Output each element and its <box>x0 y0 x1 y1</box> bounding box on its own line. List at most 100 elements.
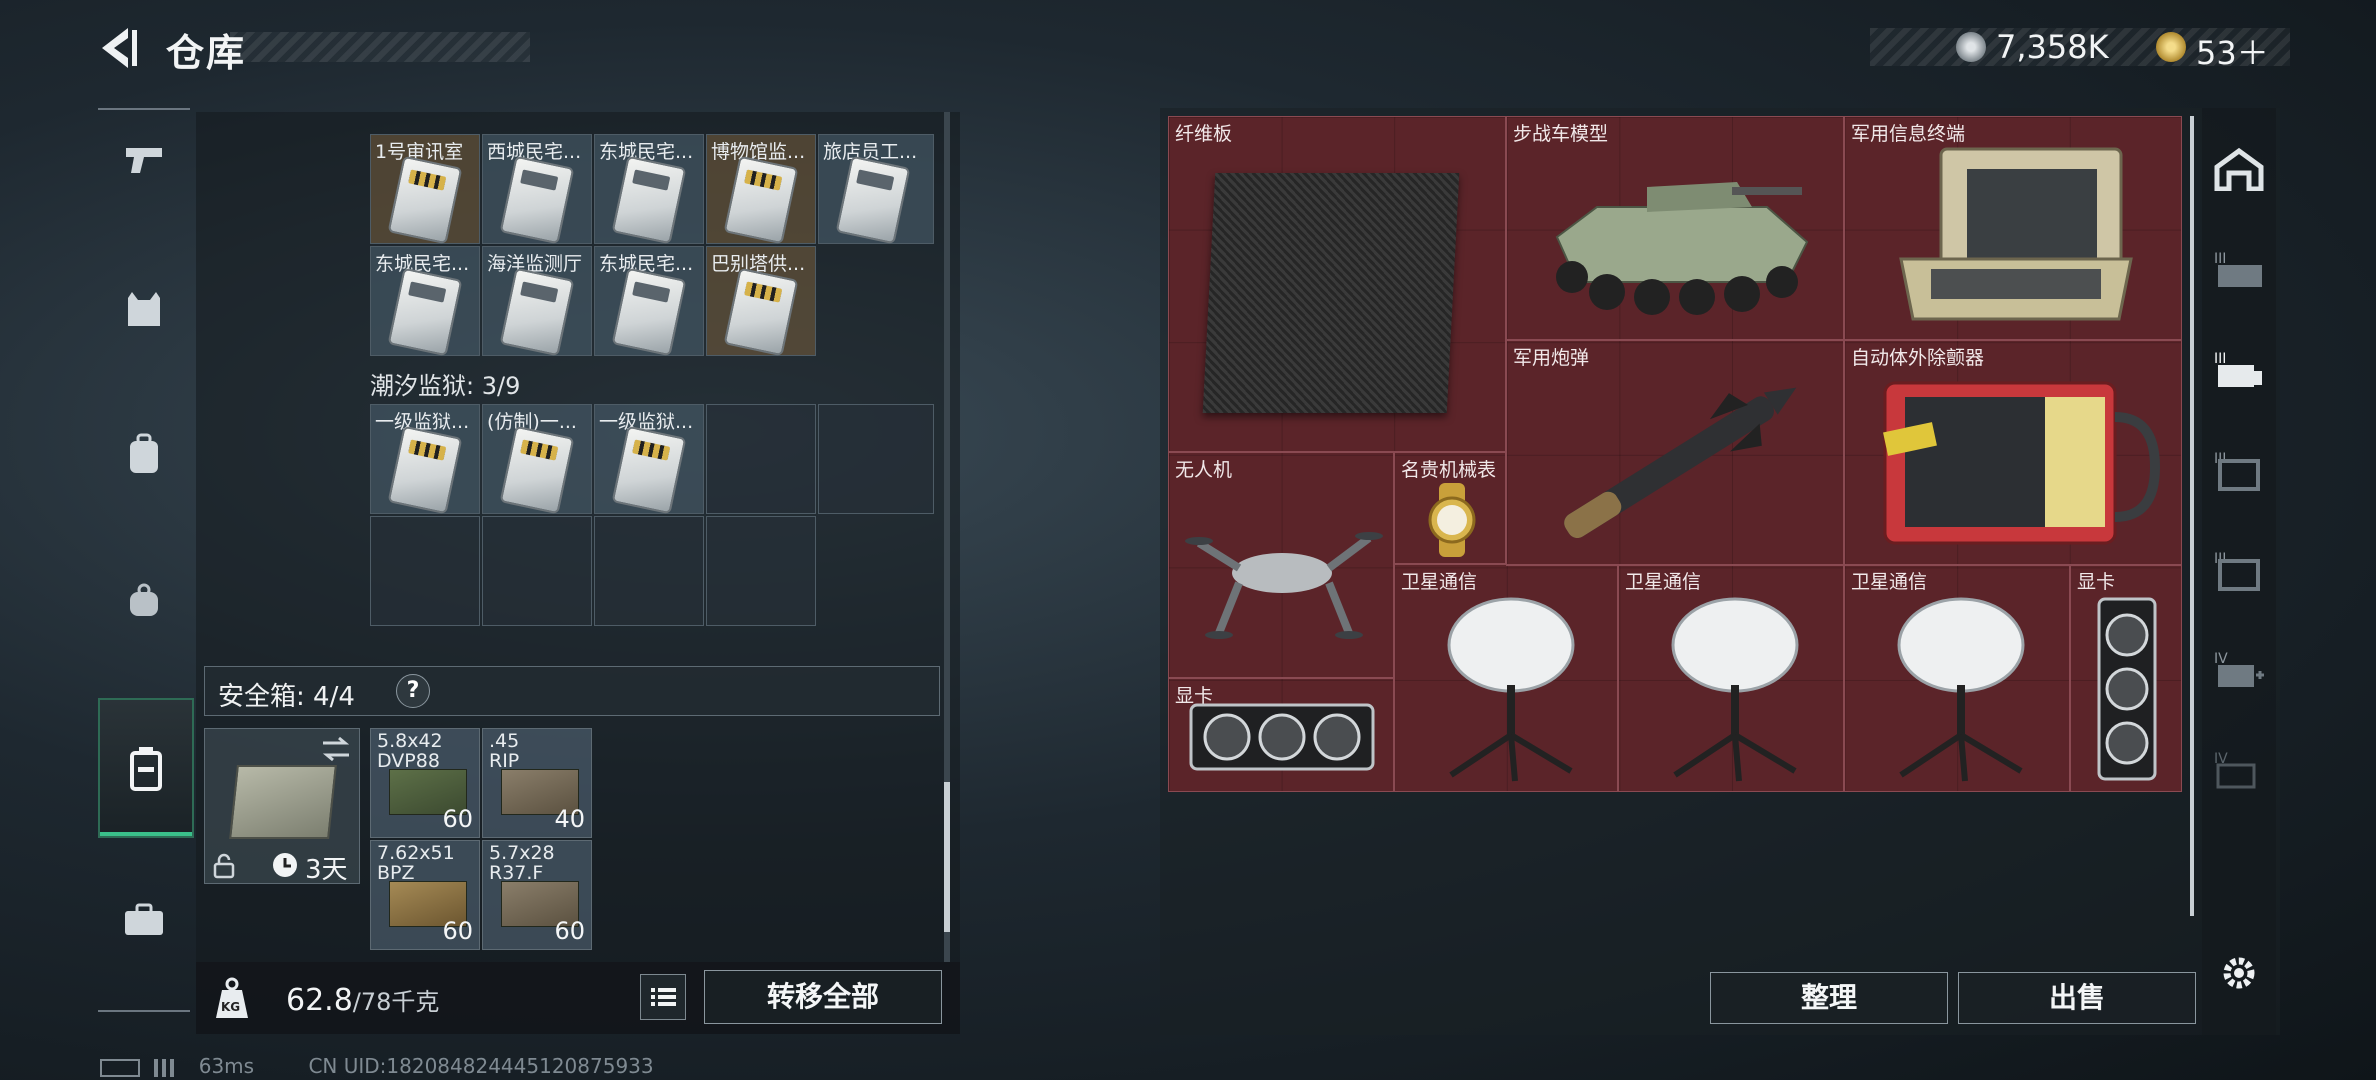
ammo-slot[interactable]: 7.62x51 BPZ 60 <box>370 840 480 950</box>
settings-gear-icon[interactable] <box>2202 928 2276 1018</box>
list-item[interactable]: 东城民宅... <box>594 134 704 245</box>
swap-icon[interactable] <box>319 735 353 763</box>
keycard-icon <box>499 155 575 245</box>
list-item[interactable]: 东城民宅... <box>594 246 704 357</box>
keycard-icon <box>387 425 463 515</box>
stash-item-satcom[interactable]: 卫星通信 <box>1618 564 1844 792</box>
backpack-icon[interactable] <box>98 404 190 504</box>
empty-slot[interactable] <box>370 516 480 626</box>
storage-expansion-icon[interactable]: III <box>2202 524 2276 614</box>
left-scroll-track[interactable] <box>944 112 950 962</box>
currency-amount: 7,358K <box>1996 28 2109 66</box>
drone-icon <box>1185 532 1383 639</box>
keycard-icon <box>611 267 687 357</box>
svg-text:III: III <box>2214 351 2226 367</box>
safe-case-icon <box>229 765 337 839</box>
stash-item-gpu[interactable]: 显卡 <box>2070 564 2182 792</box>
keycard-icon <box>499 425 575 515</box>
list-item[interactable]: (仿制)一... <box>482 404 592 515</box>
ammo-slot[interactable]: 5.8x42 DVP88 60 <box>370 728 480 838</box>
stash-item-satcom[interactable]: 卫星通信 <box>1844 564 2070 792</box>
ticket-amount[interactable]: 53＋ <box>2196 28 2269 74</box>
list-item[interactable]: 巴别塔供... <box>706 246 816 357</box>
back-button[interactable] <box>96 22 140 74</box>
left-sidebar <box>98 108 194 1012</box>
list-item[interactable]: 海洋监测厅 <box>482 246 592 357</box>
list-item[interactable]: 博物馆监... <box>706 134 816 245</box>
satellite-dish-icon <box>1897 597 2025 782</box>
stash-item-military-terminal[interactable]: 军用信息终端 <box>1844 116 2182 340</box>
stash-item-luxury-watch[interactable]: 名贵机械表 <box>1394 452 1506 564</box>
list-item[interactable]: 西城民宅... <box>482 134 592 245</box>
stash-scrollbar[interactable] <box>2190 116 2194 916</box>
back-arrow-icon <box>102 28 137 68</box>
storage-expansion-icon[interactable]: III <box>2202 424 2276 514</box>
satellite-dish-icon <box>1447 597 1575 782</box>
transfer-all-button[interactable]: 转移全部 <box>704 970 942 1024</box>
status-bar: 63ms CN UID:1820848244451208759​33 <box>100 1054 654 1078</box>
tank-model-icon <box>1555 182 1809 315</box>
graphics-card-icon <box>1189 703 1375 771</box>
title-stripe <box>230 32 530 62</box>
keycard-icon <box>835 155 911 245</box>
page-title: 仓库 <box>166 31 247 75</box>
list-item[interactable]: 旅店员工... <box>818 134 934 245</box>
keycard-icon <box>611 155 687 245</box>
stash-item-defibrillator[interactable]: 自动体外除颤器 <box>1844 340 2182 566</box>
stash-home-icon[interactable] <box>2202 124 2276 214</box>
empty-slot[interactable] <box>594 516 704 626</box>
stash-item-drone[interactable]: 无人机 <box>1168 452 1394 678</box>
stash-item-gpu[interactable]: 显卡 <box>1168 678 1394 792</box>
sort-button[interactable]: 整理 <box>1710 972 1948 1024</box>
svg-text:IV: IV <box>2214 651 2228 667</box>
empty-slot[interactable] <box>706 516 816 626</box>
left-scroll-thumb[interactable] <box>944 782 950 932</box>
storage-expansion-icon[interactable]: IV <box>2202 624 2276 714</box>
empty-slot[interactable] <box>706 404 816 514</box>
empty-slot[interactable] <box>818 404 934 514</box>
stash-item-ifv-model[interactable]: 步战车模型 <box>1506 116 1844 340</box>
signal-icon <box>154 1058 185 1077</box>
keycard-icon <box>499 267 575 357</box>
toolbox-icon[interactable] <box>98 870 190 970</box>
stash-item-fiberboard[interactable]: 纤维板 <box>1168 116 1506 452</box>
section-title: 潮汐监狱: 3/9 <box>370 372 521 400</box>
list-item[interactable]: 一级监狱... <box>594 404 704 515</box>
container-icon <box>130 747 162 791</box>
storage-expansion-icon[interactable]: IV <box>2202 724 2276 814</box>
list-item[interactable]: 一级监狱... <box>370 404 480 515</box>
list-icon <box>651 988 676 1006</box>
sell-button[interactable]: 出售 <box>1958 972 2196 1024</box>
safe-box-item[interactable]: 3天 <box>204 728 360 885</box>
safe-container-tab[interactable] <box>98 698 194 838</box>
svg-text:III: III <box>2214 251 2226 267</box>
right-sidebar: III III III III IV IV <box>2202 108 2276 1035</box>
stash-item-artillery-shell[interactable]: 军用炮弹 <box>1506 340 1844 566</box>
fiberboard-icon <box>1202 173 1460 413</box>
safe-box-timer: 3天 <box>305 855 348 885</box>
battery-icon <box>100 1058 140 1077</box>
currency-coin-icon <box>1956 32 1986 62</box>
ammo-slot[interactable]: 5.7x28 R37.F 60 <box>482 840 592 950</box>
safe-box-label: 安全箱: 4/4 <box>218 682 355 712</box>
storage-expansion-icon[interactable]: III <box>2202 224 2276 314</box>
bag-icon[interactable] <box>98 550 190 650</box>
list-item[interactable]: 1号审讯室 <box>370 134 480 245</box>
list-item[interactable]: 东城民宅... <box>370 246 480 357</box>
keycard-icon <box>387 155 463 245</box>
pistol-icon[interactable] <box>98 110 190 210</box>
weight-icon: KG <box>212 976 252 1020</box>
keycard-icon <box>387 267 463 357</box>
stash-item-satcom[interactable]: 卫星通信 <box>1394 564 1618 792</box>
empty-slot[interactable] <box>482 516 592 626</box>
vest-icon[interactable] <box>98 258 190 358</box>
list-view-button[interactable] <box>640 974 686 1020</box>
ping-readout: 63ms <box>198 1054 255 1078</box>
help-button[interactable]: ? <box>396 674 430 708</box>
ammo-slot[interactable]: .45 RIP 40 <box>482 728 592 838</box>
storage-expansion-icon[interactable]: III <box>2202 324 2276 414</box>
keycard-icon <box>723 155 799 245</box>
clock-icon <box>273 853 297 877</box>
defibrillator-icon <box>1883 381 2161 545</box>
keycard-icon <box>611 425 687 515</box>
